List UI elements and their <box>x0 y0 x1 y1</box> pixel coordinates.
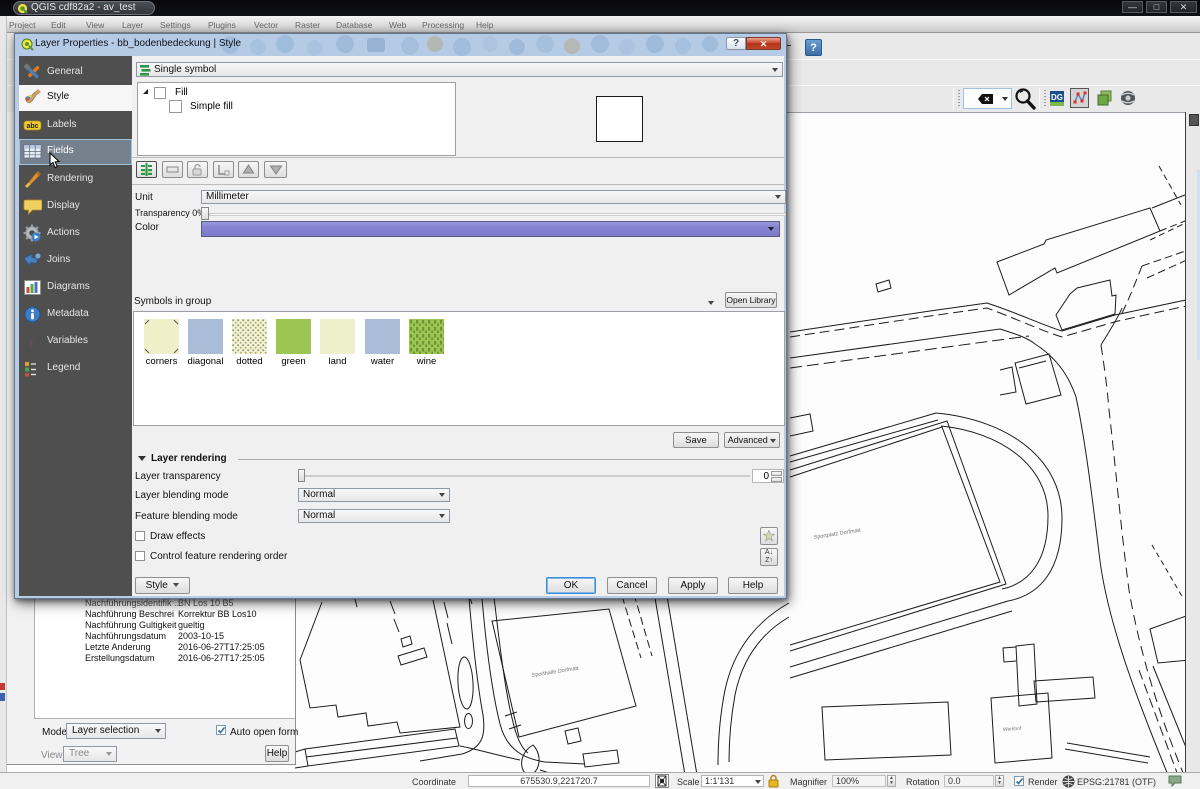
svg-text:DG: DG <box>1051 93 1063 102</box>
svg-text:Sporthalle Dorfmatt: Sporthalle Dorfmatt <box>531 666 579 679</box>
svg-text:abc: abc <box>26 123 38 130</box>
svg-text:ε: ε <box>29 334 36 351</box>
svg-text:Werkhof: Werkhof <box>1003 726 1023 733</box>
svg-text:Sportplatz Dorfmatt: Sportplatz Dorfmatt <box>813 528 861 541</box>
